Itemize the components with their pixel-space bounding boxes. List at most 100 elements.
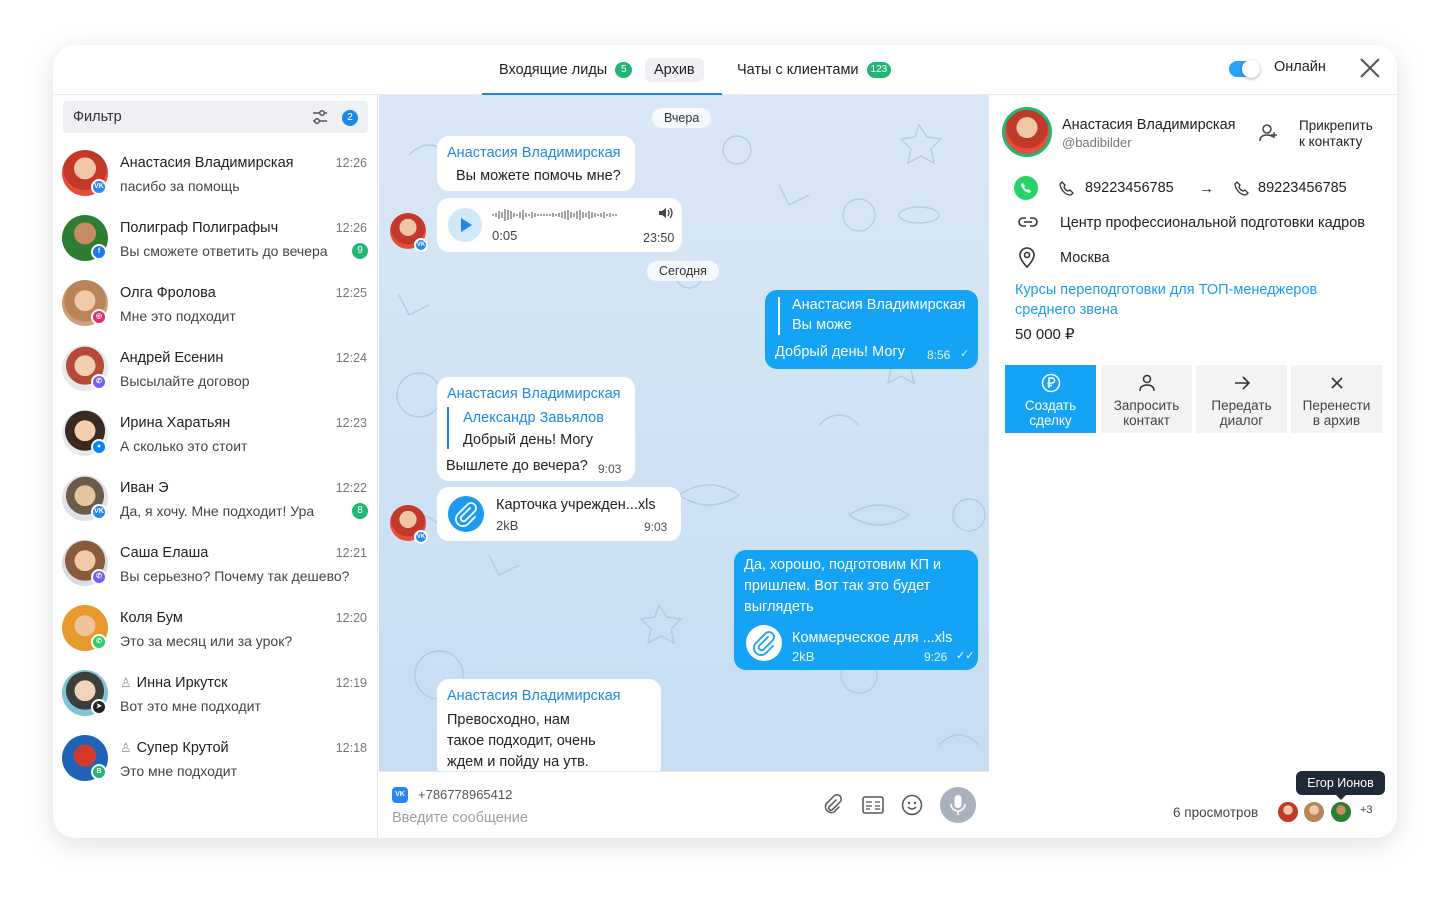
views-count: 6 просмотров bbox=[1173, 805, 1259, 820]
chat-list-item[interactable]: VK Иван Э Да, я хочу. Мне подходит! Ура … bbox=[53, 470, 378, 535]
file-message[interactable]: Карточка учрежден...xls 2kB 9:03 bbox=[437, 487, 681, 541]
phone-icon bbox=[1234, 180, 1250, 200]
chat-time: 12:26 bbox=[335, 221, 367, 235]
microphone-icon bbox=[950, 795, 966, 815]
filter-bar[interactable]: Фильтр 2 bbox=[63, 101, 368, 133]
quote-text: Вы може bbox=[792, 317, 852, 333]
chat-time: 12:19 bbox=[335, 676, 367, 690]
message-text: Вышлете до вечера? bbox=[446, 458, 588, 474]
paperclip-icon[interactable] bbox=[822, 794, 844, 821]
action-label: Передать bbox=[1211, 398, 1272, 413]
chat-time: 12:18 bbox=[335, 741, 367, 755]
volume-icon[interactable] bbox=[658, 206, 674, 225]
message-text-line: Превосходно, нам bbox=[447, 712, 570, 728]
viewer-avatar[interactable] bbox=[1276, 800, 1300, 824]
message-text-line: такое подходит, очень bbox=[447, 733, 596, 749]
message-text-line: ждем и пойду на утв. bbox=[447, 754, 589, 770]
chat-name: Саша Елаша bbox=[120, 545, 209, 561]
chat-list-item[interactable]: ◎ Олга Фролова Мне это подходит 12:25 bbox=[53, 275, 378, 340]
quote-sender: Анастасия Владимирская bbox=[792, 297, 966, 313]
incoming-message[interactable]: Анастасия Владимирская Превосходно, нам … bbox=[437, 679, 661, 771]
transfer-dialog-button[interactable]: Передать диалог bbox=[1196, 365, 1287, 433]
create-deal-button[interactable]: Создать сделку bbox=[1005, 365, 1096, 433]
incoming-message[interactable]: Анастасия Владимирская Вы можете помочь … bbox=[437, 136, 635, 191]
chat-list-item[interactable]: ➤ ♙ Инна Иркутск Вот это мне подходит 12:… bbox=[53, 665, 378, 730]
tab-incoming-leads[interactable]: Входящие лиды 5 bbox=[490, 45, 641, 95]
chat-list-item[interactable]: ✆ Коля Бум Это за месяц или за урок? 12:… bbox=[53, 600, 378, 665]
whatsapp-icon bbox=[1014, 176, 1038, 200]
chat-name: Супер Крутой bbox=[136, 740, 229, 756]
play-button[interactable] bbox=[448, 208, 482, 242]
file-size: 2kB bbox=[496, 518, 519, 533]
attachment-icon[interactable] bbox=[448, 496, 484, 532]
outgoing-message[interactable]: Анастасия Владимирская Вы може Добрый де… bbox=[765, 290, 978, 369]
file-size: 2kB bbox=[792, 649, 815, 664]
double-check-icon: ✓✓ bbox=[956, 650, 975, 662]
reply-quote bbox=[447, 407, 449, 449]
message-composer: VK +786778965412 Введите сообщение bbox=[379, 771, 989, 838]
tab-client-chats[interactable]: Чаты с клиентами 123 bbox=[728, 45, 900, 95]
close-icon bbox=[1330, 377, 1343, 389]
close-icon[interactable] bbox=[1359, 57, 1381, 82]
whatsapp-icon: ✆ bbox=[91, 634, 107, 650]
messenger-icon: ● bbox=[91, 439, 107, 455]
move-to-archive-button[interactable]: Перенести в архив bbox=[1291, 365, 1382, 433]
chat-list-item[interactable]: f Полиграф Полиграфыч Вы сможете ответит… bbox=[53, 210, 378, 275]
viewer-avatar[interactable] bbox=[1302, 800, 1326, 824]
chat-name: Коля Бум bbox=[120, 610, 183, 626]
chat-list-item[interactable]: ✆ Саша Елаша Вы серьезно? Почему так деш… bbox=[53, 535, 378, 600]
tab-archive[interactable]: Архив bbox=[645, 45, 704, 95]
message-input[interactable]: Введите сообщение bbox=[392, 810, 528, 826]
contact-panel: Анастасия Владимирская @badibilder Прикр… bbox=[990, 95, 1397, 838]
incoming-message[interactable]: Анастасия Владимирская Александр Завьяло… bbox=[437, 377, 635, 481]
user-icon: ♙ bbox=[120, 675, 132, 690]
chat-time: 12:25 bbox=[335, 286, 367, 300]
add-user-icon[interactable] bbox=[1258, 122, 1280, 149]
client-chats-count-badge: 123 bbox=[866, 62, 892, 78]
chat-time: 12:21 bbox=[335, 546, 367, 560]
outgoing-message[interactable]: Да, хорошо, подготовим КП и пришлем. Вот… bbox=[734, 550, 978, 670]
attach-line: Прикрепить bbox=[1299, 118, 1373, 133]
action-label: Создать bbox=[1024, 398, 1077, 413]
phone-from[interactable]: 89223456785 bbox=[1085, 180, 1174, 196]
chat-time: 12:23 bbox=[335, 416, 367, 430]
attach-to-contact-button[interactable]: Прикрепить к контакту bbox=[1299, 118, 1373, 150]
chat-list-item[interactable]: ✆ Андрей Есенин Высылайте договор 12:24 bbox=[53, 340, 378, 405]
chat-last-message: Вот это мне подходит bbox=[120, 698, 261, 714]
microphone-button[interactable] bbox=[940, 787, 976, 823]
attachment-icon[interactable] bbox=[746, 625, 782, 661]
online-toggle[interactable] bbox=[1229, 60, 1260, 78]
date-separator: Вчера bbox=[652, 108, 712, 128]
action-label: диалог bbox=[1219, 413, 1264, 428]
incoming-count-badge: 5 bbox=[615, 62, 633, 78]
green-b-icon: B bbox=[91, 764, 107, 780]
vk-icon: VK bbox=[91, 504, 107, 520]
tab-archive-inner: Архив bbox=[645, 58, 704, 82]
file-name: Коммерческое для ...xls bbox=[792, 630, 953, 646]
request-contact-button[interactable]: Запросить контакт bbox=[1101, 365, 1192, 433]
more-viewers-count[interactable]: +3 bbox=[1360, 804, 1373, 816]
voice-elapsed: 0:05 bbox=[492, 228, 518, 243]
message-text: Добрый день! Могу bbox=[775, 344, 905, 360]
deal-link[interactable]: Курсы переподготовки для ТОП-менеджеров … bbox=[1015, 280, 1355, 320]
chat-last-message: пасибо за помощь bbox=[120, 178, 240, 194]
vk-icon: VK bbox=[392, 787, 408, 803]
user-icon: ♙ bbox=[120, 740, 132, 755]
message-time: 8:56 bbox=[927, 348, 951, 362]
emoji-icon[interactable] bbox=[901, 794, 923, 821]
chat-list-item[interactable]: VK Анастасия Владимирская пасибо за помо… bbox=[53, 145, 378, 210]
template-card-icon[interactable] bbox=[861, 794, 885, 821]
message-sender: Анастасия Владимирская bbox=[447, 688, 621, 704]
vk-icon: VK bbox=[91, 179, 107, 195]
voice-message[interactable]: 0:05 23:50 bbox=[437, 198, 682, 252]
viewer-avatar[interactable] bbox=[1329, 800, 1353, 824]
message-text-line: Да, хорошо, подготовим КП и bbox=[744, 557, 942, 573]
phone-to[interactable]: 89223456785 bbox=[1258, 180, 1347, 196]
arrow-right-icon: → bbox=[1199, 180, 1214, 197]
tab-client-chats-inner: Чаты с клиентами 123 bbox=[728, 58, 900, 82]
action-label: контакт bbox=[1123, 413, 1170, 428]
chat-name-row: ♙ Инна Иркутск bbox=[120, 675, 228, 691]
chat-list-item[interactable]: ● Ирина Харатьян А сколько это стоит 12:… bbox=[53, 405, 378, 470]
chat-list-item[interactable]: B ♙ Супер Крутой Это мне подходит 12:18 bbox=[53, 730, 378, 795]
sliders-icon[interactable] bbox=[311, 108, 329, 131]
